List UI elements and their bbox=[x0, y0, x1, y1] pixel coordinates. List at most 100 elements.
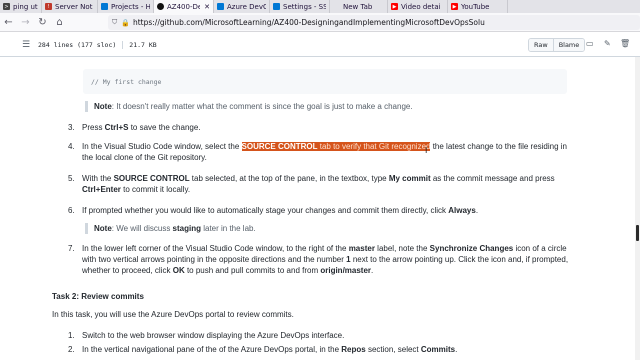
markdown-content: // My first change Note : It doesn't real… bbox=[0, 57, 640, 360]
reload-icon[interactable]: ↻ bbox=[34, 14, 51, 31]
tracking-shield-icon[interactable]: ⛉ bbox=[112, 18, 117, 27]
tab-label: Azure DevO bbox=[227, 2, 266, 11]
list-number: 7. bbox=[68, 244, 75, 253]
text: label, note the bbox=[374, 244, 430, 253]
tab-label: Settings - SS bbox=[283, 2, 326, 11]
bold-text: Commits bbox=[420, 345, 456, 354]
text: In the vertical navigational pane of the… bbox=[82, 345, 342, 354]
list-number: 5. bbox=[68, 174, 75, 183]
bold-text: origin/master bbox=[320, 266, 372, 275]
tab-label: AZ400-De bbox=[167, 2, 201, 11]
line-count: 284 lines (177 sloc) bbox=[38, 41, 117, 49]
bold-text: OK bbox=[172, 266, 185, 275]
list-icon[interactable]: ☰ bbox=[22, 40, 30, 50]
text-cursor-icon: I bbox=[425, 146, 428, 155]
text: tab to verify that Git recognized bbox=[317, 142, 431, 151]
list-item: 1. Switch to the web browser window disp… bbox=[68, 330, 578, 341]
list-item: 4. In the Visual Studio Code window, sel… bbox=[68, 141, 578, 163]
list-number: 2. bbox=[68, 345, 75, 354]
task-intro: In this task, you will use the Azure Dev… bbox=[52, 310, 294, 319]
text: In the lower left corner of the Visual S… bbox=[82, 244, 349, 253]
github-icon bbox=[157, 3, 164, 10]
azure-devops-icon bbox=[217, 3, 224, 10]
tab-projects[interactable]: Projects - H bbox=[98, 0, 154, 13]
text: . bbox=[475, 206, 479, 215]
file-header: ☰ 284 lines (177 sloc) 21.7 KB Raw Blame … bbox=[0, 32, 640, 57]
address-bar[interactable]: ⛉ 🔒 https://github.com/MicrosoftLearning… bbox=[108, 15, 640, 30]
text: next to the arrow pointing up. Click the… bbox=[350, 255, 569, 264]
note-text: : We will discuss bbox=[111, 224, 173, 233]
tab-settings[interactable]: Settings - SS bbox=[270, 0, 330, 13]
tab-bar: > ping util com ! Server Not F Projects … bbox=[0, 0, 640, 13]
lock-icon[interactable]: 🔒 bbox=[121, 19, 130, 27]
close-tab-icon[interactable]: ✕ bbox=[204, 3, 210, 11]
delete-icon[interactable]: 🗑 bbox=[620, 39, 630, 48]
note-text: : It doesn't really matter what the comm… bbox=[111, 102, 413, 111]
text: section, select bbox=[365, 345, 421, 354]
back-icon[interactable]: ← bbox=[0, 14, 17, 31]
tab-server-not-found[interactable]: ! Server Not F bbox=[42, 0, 98, 13]
text: as the commit message and press bbox=[430, 174, 555, 183]
bold-text: Synchronize Changes bbox=[429, 244, 514, 253]
bold-text: Repos bbox=[341, 345, 366, 354]
tab-youtube[interactable]: ▶ YouTube bbox=[448, 0, 508, 13]
tab-label: ping util com bbox=[13, 2, 38, 11]
tab-ping-util[interactable]: > ping util com bbox=[0, 0, 42, 13]
note-label: Note bbox=[94, 224, 112, 233]
divider bbox=[122, 41, 124, 49]
forward-icon[interactable]: → bbox=[17, 14, 34, 31]
raw-blame-group: Raw Blame bbox=[528, 38, 586, 52]
url-text: https://github.com/MicrosoftLearning/AZ4… bbox=[132, 18, 485, 27]
scrollbar-thumb[interactable] bbox=[636, 225, 639, 241]
home-icon[interactable]: ⌂ bbox=[51, 14, 68, 31]
text: With the bbox=[82, 174, 114, 183]
file-meta: 284 lines (177 sloc) 21.7 KB bbox=[38, 41, 157, 49]
list-number: 1. bbox=[68, 331, 75, 340]
bold-text: staging bbox=[172, 224, 201, 233]
youtube-icon: ▶ bbox=[391, 3, 398, 10]
text: the latest change to the file residing i… bbox=[430, 142, 567, 151]
list-item: 7. In the lower left corner of the Visua… bbox=[68, 243, 578, 276]
selected-text[interactable]: SOURCE CONTROL tab to verify that Git re… bbox=[241, 142, 431, 151]
edit-pencil-icon[interactable]: ✎ bbox=[604, 39, 611, 48]
code-comment: // My first change bbox=[91, 78, 162, 86]
keyboard-shortcut: Ctrl+S bbox=[104, 123, 129, 132]
scrollbar[interactable] bbox=[635, 57, 640, 360]
azure-devops-icon bbox=[273, 3, 280, 10]
terminal-icon: > bbox=[3, 3, 10, 10]
display-icon[interactable]: ▭ bbox=[586, 39, 594, 48]
tab-video-details[interactable]: ▶ Video detai bbox=[388, 0, 448, 13]
task-heading: Task 2: Review commits bbox=[52, 292, 144, 301]
raw-button[interactable]: Raw bbox=[529, 39, 553, 51]
tab-github-az400[interactable]: AZ400-De ✕ bbox=[154, 0, 214, 13]
tab-label: Server Not F bbox=[55, 2, 94, 11]
text: tab selected, at the top of the pane, in… bbox=[189, 174, 389, 183]
bold-text: SOURCE CONTROL bbox=[113, 174, 190, 183]
bold-text: Always bbox=[448, 206, 476, 215]
text: whether to proceed, click bbox=[82, 266, 173, 275]
note-text: later in the lab. bbox=[201, 224, 256, 233]
text: . bbox=[371, 266, 374, 275]
youtube-icon: ▶ bbox=[451, 3, 458, 10]
blame-button[interactable]: Blame bbox=[552, 39, 585, 51]
note-blockquote: Note: We will discuss staging later in t… bbox=[85, 223, 256, 234]
tab-label: YouTube bbox=[461, 2, 490, 11]
list-number: 6. bbox=[68, 206, 75, 215]
text: to commit it locally. bbox=[120, 185, 191, 194]
warning-icon: ! bbox=[45, 3, 52, 10]
tab-label: Projects - H bbox=[111, 2, 150, 11]
text: Press bbox=[82, 123, 105, 132]
text: . bbox=[455, 345, 458, 354]
tab-azure-devops[interactable]: Azure DevO bbox=[214, 0, 270, 13]
tab-new-tab[interactable]: New Tab bbox=[330, 0, 388, 13]
text: to push and pull commits to and from bbox=[184, 266, 321, 275]
text: the local clone of the Git repository. bbox=[82, 153, 207, 162]
text: with two vertical arrows pointing in the… bbox=[82, 255, 347, 264]
list-item: 2. In the vertical navigational pane of … bbox=[68, 344, 578, 355]
text: to save the change. bbox=[128, 123, 201, 132]
bold-text: Ctrl+Enter bbox=[82, 185, 121, 194]
azure-devops-icon bbox=[101, 3, 108, 10]
text: In the Visual Studio Code window, select… bbox=[82, 142, 242, 151]
text: If prompted whether you would like to au… bbox=[82, 206, 449, 215]
navigation-bar: ← → ↻ ⌂ ⛉ 🔒 https://github.com/Microsoft… bbox=[0, 13, 640, 32]
